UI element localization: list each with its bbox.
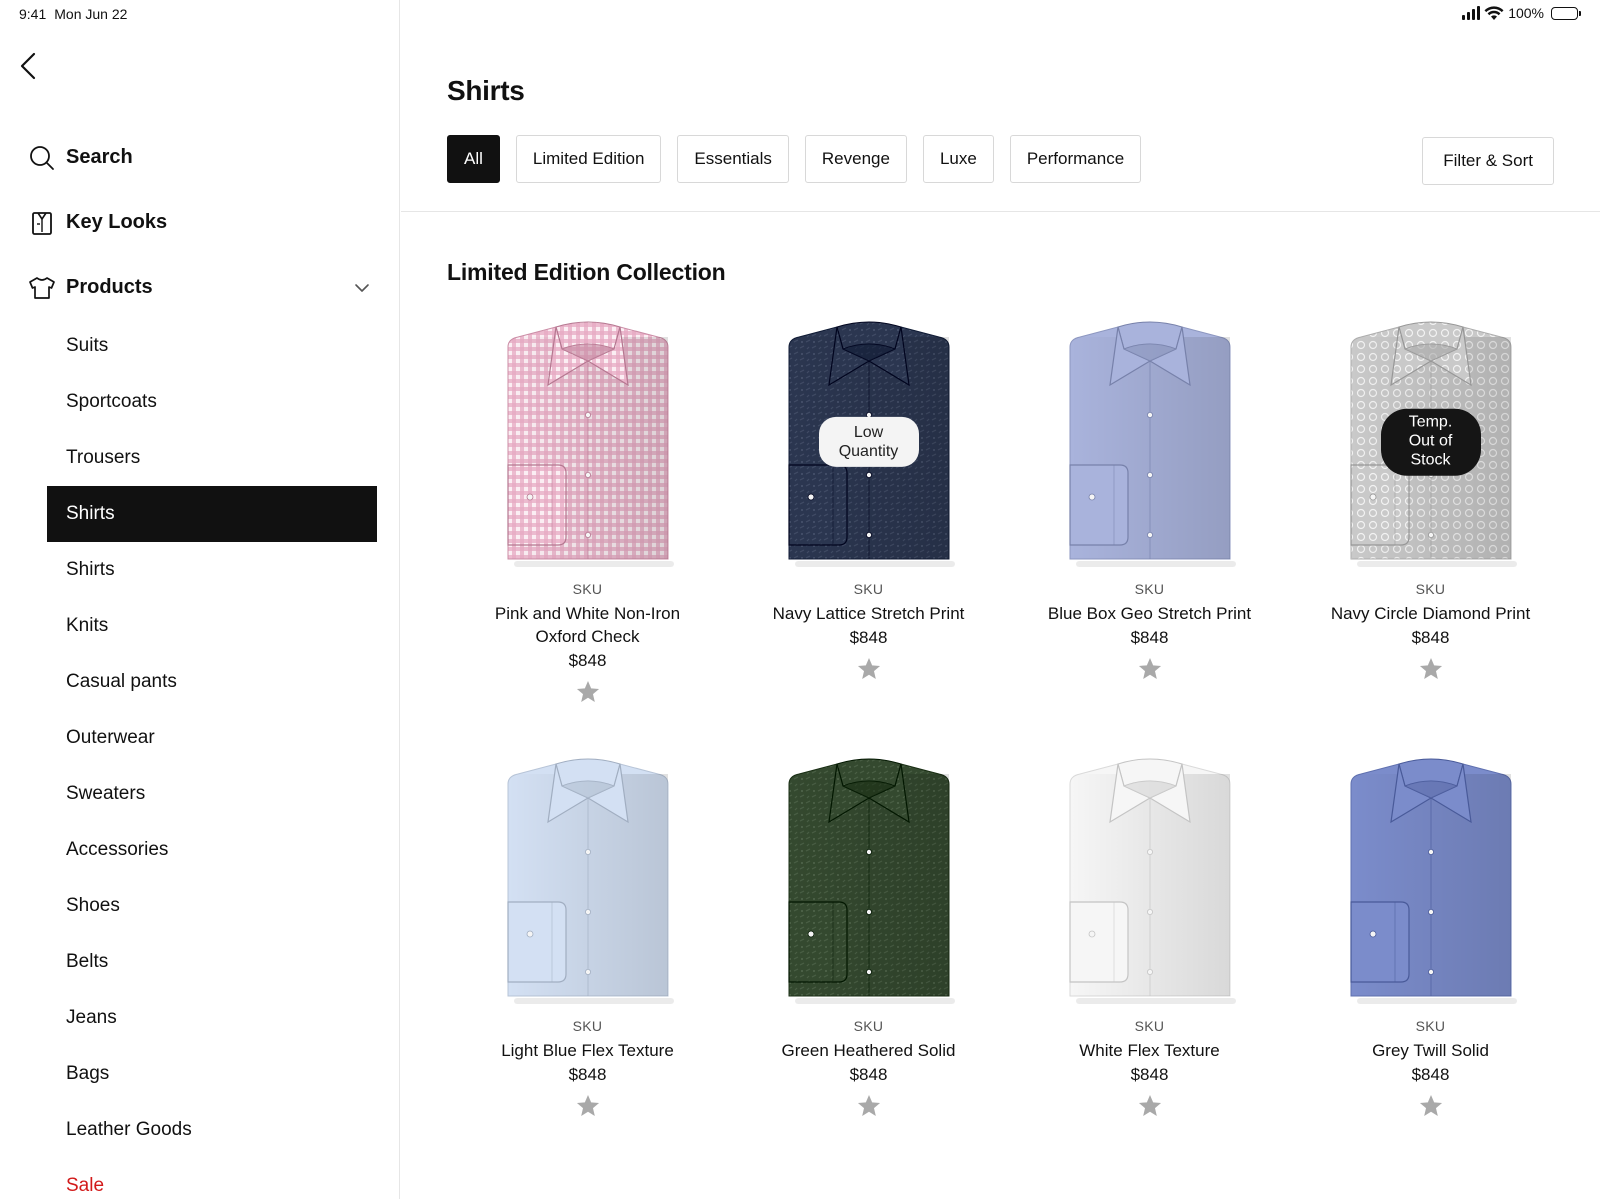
product-card[interactable]: Low Quantity SKU Navy Lattice Stretch Prin… (728, 315, 1009, 732)
product-grid: SKU Pink and White Non-Iron Oxford Check $… (447, 315, 1574, 1169)
tab-essentials[interactable]: Essentials (677, 135, 789, 183)
shirt-icon (28, 274, 56, 302)
favorite-star-icon[interactable] (1418, 656, 1444, 682)
product-image[interactable] (1050, 752, 1250, 1006)
sidebar-item-casual-pants[interactable]: Casual pants (47, 654, 377, 710)
tab-performance[interactable]: Performance (1009, 135, 1142, 183)
sidebar-item-outerwear[interactable]: Outerwear (47, 710, 377, 766)
product-name: Grey Twill Solid (1372, 1041, 1489, 1060)
favorite-star-icon[interactable] (1418, 1093, 1444, 1119)
sidebar-top-nav: Search Key Looks Products (28, 125, 378, 320)
sidebar-item-trousers[interactable]: Trousers (47, 430, 377, 486)
tab-limited-edition[interactable]: Limited Edition (515, 135, 662, 183)
sidebar-item-label: Products (66, 276, 153, 298)
product-card[interactable]: SKU Light Blue Flex Texture $848 (447, 752, 728, 1169)
product-image[interactable] (488, 315, 688, 569)
sidebar-item-accessories[interactable]: Accessories (47, 822, 377, 878)
tab-revenge[interactable]: Revenge (804, 135, 907, 183)
product-name: Light Blue Flex Texture (501, 1041, 674, 1060)
product-price: $848 (568, 651, 607, 670)
tab-luxe[interactable]: Luxe (922, 135, 994, 183)
product-image[interactable] (1050, 315, 1250, 569)
product-price: $848 (849, 628, 888, 647)
sidebar-item-jeans[interactable]: Jeans (47, 990, 377, 1046)
product-image[interactable]: Temp. Out of Stock (1331, 315, 1531, 569)
product-name: Navy Lattice Stretch Print (772, 604, 965, 623)
sidebar-item-leather-goods[interactable]: Leather Goods (47, 1102, 377, 1158)
sidebar-item-belts[interactable]: Belts (47, 934, 377, 990)
back-button[interactable] (18, 50, 42, 82)
sidebar-item-products[interactable]: Products (28, 255, 378, 320)
tab-all[interactable]: All (447, 135, 500, 183)
product-name: White Flex Texture (1079, 1041, 1220, 1060)
stock-badge: Low Quantity (818, 416, 919, 468)
sidebar-item-shirts[interactable]: Shirts (47, 542, 377, 598)
favorite-star-icon[interactable] (1137, 656, 1163, 682)
product-card[interactable]: SKU Green Heathered Solid $848 (728, 752, 1009, 1169)
product-image[interactable]: Low Quantity (769, 315, 969, 569)
sidebar-item-sportcoats[interactable]: Sportcoats (47, 374, 377, 430)
product-card[interactable]: SKU Grey Twill Solid $848 (1290, 752, 1571, 1169)
product-card[interactable]: Temp. Out of Stock SKU Navy Circle Diamond… (1290, 315, 1571, 732)
product-image[interactable] (488, 752, 688, 1006)
product-sku: SKU (1134, 581, 1165, 597)
sidebar-item-sweaters[interactable]: Sweaters (47, 766, 377, 822)
product-card[interactable]: SKU White Flex Texture $848 (1009, 752, 1290, 1169)
product-price: $848 (1130, 628, 1169, 647)
product-name: Navy Circle Diamond Print (1330, 604, 1531, 623)
product-sku: SKU (853, 1018, 884, 1034)
chevron-down-icon[interactable] (354, 279, 372, 297)
product-price: $848 (1411, 1065, 1450, 1084)
product-sku: SKU (1415, 581, 1446, 597)
filter-sort-button[interactable]: Filter & Sort (1422, 137, 1554, 185)
product-card[interactable]: SKU Blue Box Geo Stretch Print $848 (1009, 315, 1290, 732)
sidebar-item-key-looks[interactable]: Key Looks (28, 190, 378, 255)
product-price: $848 (1130, 1065, 1169, 1084)
product-image[interactable] (1331, 752, 1531, 1006)
search-icon (28, 144, 56, 172)
product-sku: SKU (1415, 1018, 1446, 1034)
sidebar-item-shirts[interactable]: Shirts (47, 486, 377, 542)
sidebar: Search Key Looks Products Suits Sportcoat… (0, 0, 400, 1199)
filter-tabs: All Limited Edition Essentials Revenge Luxe P… (447, 135, 1142, 183)
product-sku: SKU (853, 581, 884, 597)
favorite-star-icon[interactable] (575, 1093, 601, 1119)
key-looks-icon (28, 209, 56, 237)
product-sku: SKU (1134, 1018, 1165, 1034)
sidebar-item-knits[interactable]: Knits (47, 598, 377, 654)
main-content: Shirts All Limited Edition Essentials Reven… (401, 0, 1600, 1199)
sidebar-item-sale[interactable]: Sale (47, 1158, 377, 1199)
page-title: Shirts (447, 75, 525, 106)
section-title: Limited Edition Collection (447, 259, 726, 285)
sidebar-item-suits[interactable]: Suits (47, 318, 377, 374)
sidebar-item-bags[interactable]: Bags (47, 1046, 377, 1102)
product-price: $848 (849, 1065, 888, 1084)
product-name: Green Heathered Solid (781, 1041, 956, 1060)
favorite-star-icon[interactable] (1137, 1093, 1163, 1119)
favorite-star-icon[interactable] (856, 656, 882, 682)
product-price: $848 (1411, 628, 1450, 647)
product-card[interactable]: SKU Pink and White Non-Iron Oxford Check $… (447, 315, 728, 732)
stock-badge: Temp. Out of Stock (1380, 408, 1481, 476)
product-name: Blue Box Geo Stretch Print (1047, 604, 1252, 623)
sidebar-item-label: Key Looks (66, 211, 168, 233)
favorite-star-icon[interactable] (856, 1093, 882, 1119)
sidebar-item-shoes[interactable]: Shoes (47, 878, 377, 934)
chevron-left-icon (20, 52, 36, 80)
product-sku: SKU (572, 1018, 603, 1034)
sidebar-item-label: Search (66, 146, 133, 168)
product-price: $848 (568, 1065, 607, 1084)
favorite-star-icon[interactable] (575, 679, 601, 705)
sidebar-item-search[interactable]: Search (28, 125, 378, 190)
product-image[interactable] (769, 752, 969, 1006)
category-list: Suits Sportcoats Trousers Shirts Shirts Knits… (47, 318, 377, 1199)
product-name: Pink and White Non-Iron Oxford Check (494, 604, 681, 646)
divider (401, 211, 1600, 212)
product-sku: SKU (572, 581, 603, 597)
